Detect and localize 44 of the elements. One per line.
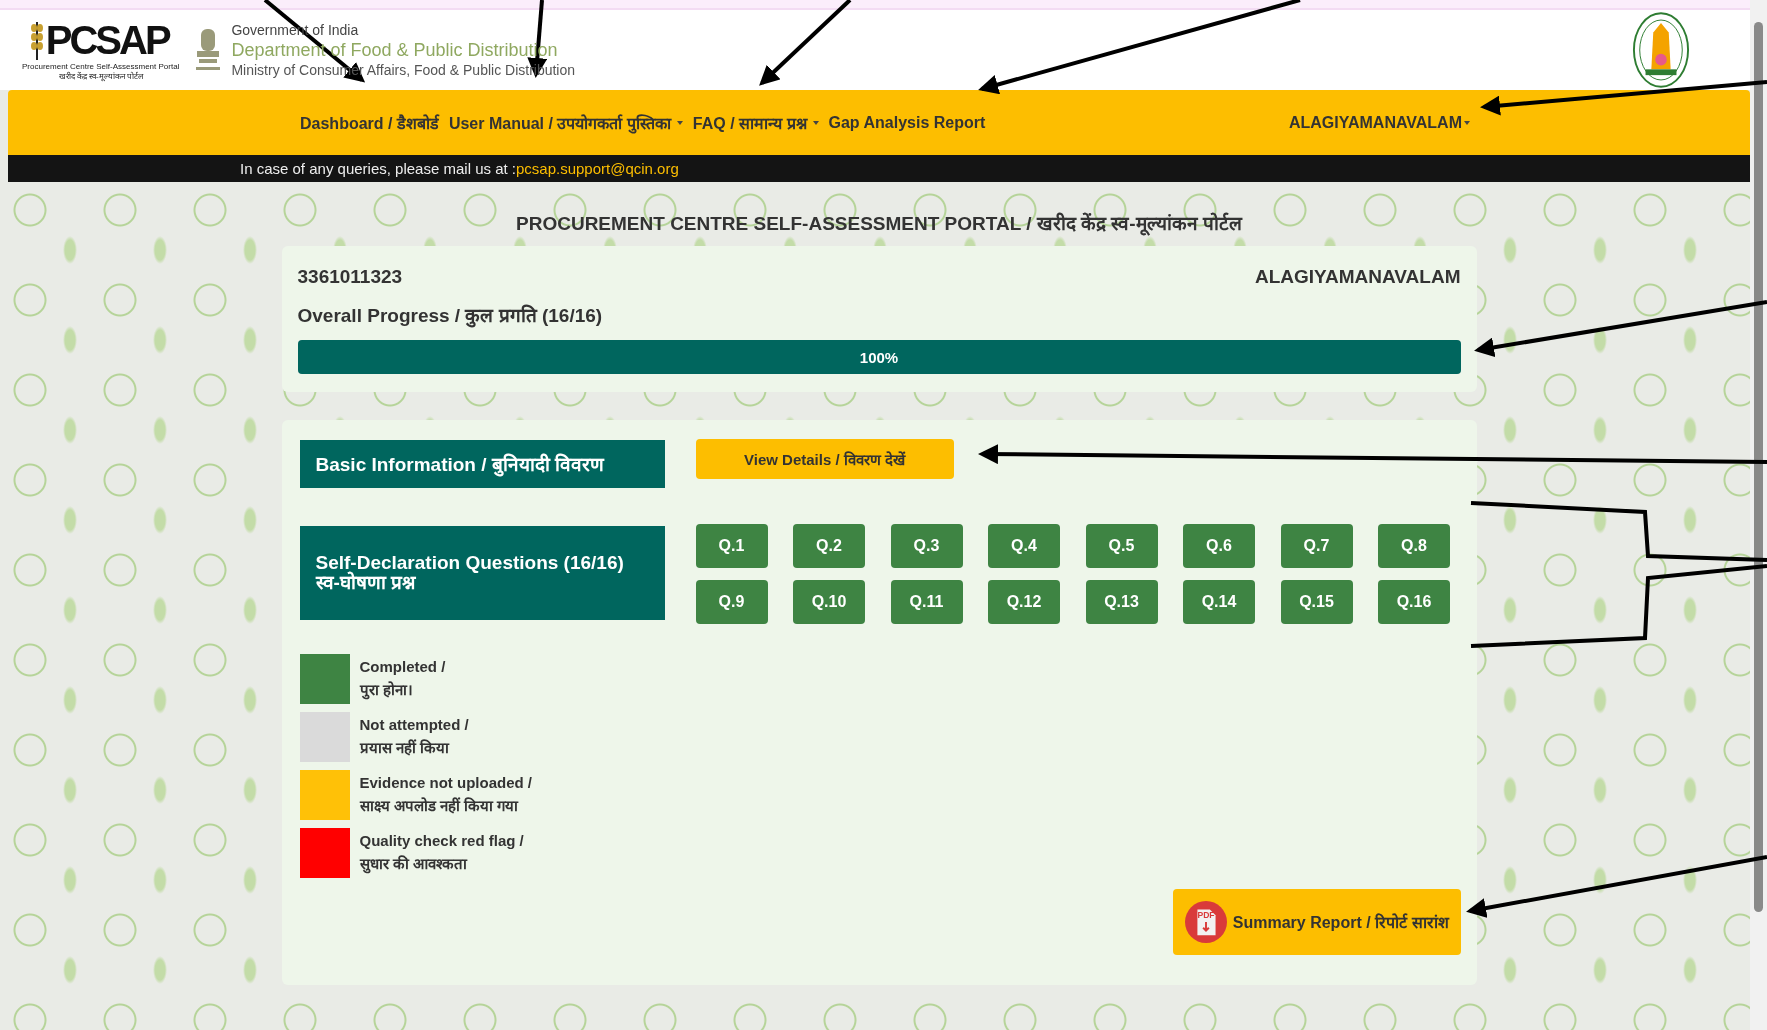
question-button[interactable]: Q.13 <box>1085 580 1158 624</box>
section-header: Basic Information / बुनियादी विवरण <box>299 440 665 488</box>
nav-link[interactable]: Gap Analysis Report <box>828 111 986 134</box>
question-button[interactable]: Q.2 <box>793 524 865 568</box>
section-header: Self-Declaration Questions (16/16) स्व-घोषणा प्रश्न <box>299 526 665 620</box>
centre-code: 3361011323 <box>297 266 403 288</box>
summary-report-button[interactable]: PDF Summary Report / रिपोर्ट सारांश <box>1172 889 1461 955</box>
centre-name: ALAGIYAMANAVALAM <box>1255 266 1461 288</box>
question-button[interactable]: Q.15 <box>1280 580 1353 624</box>
question-button[interactable]: Q.11 <box>890 580 963 624</box>
question-button[interactable]: Q.3 <box>890 524 963 568</box>
legend-label: Not attempted / <box>359 715 469 735</box>
legend-label: Quality check red flag / <box>359 831 524 851</box>
legend-label: प्रयास नहीं किया <box>359 738 451 758</box>
notice-text: In case of any queries, please mail us at : <box>240 160 516 177</box>
email-link[interactable]: pcsap.support@qcin.org <box>516 160 679 177</box>
question-button[interactable]: Q.14 <box>1183 580 1255 624</box>
question-button[interactable]: Q.7 <box>1280 524 1353 568</box>
question-button[interactable]: Q.1 <box>695 524 768 568</box>
nav-link[interactable]: Dashboard / डैशबोर्ड <box>300 111 439 134</box>
legend-label: Completed / <box>359 657 446 677</box>
legend-label: साक्ष्य अपलोड नहीं किया गया <box>359 796 520 816</box>
pcsap-logo: PCSAP Procurement Centre Self-Assessment Portal खरीद केंद्र स्व-मूल्यांकन पोर्टल <box>22 18 180 82</box>
question-button[interactable]: Q.12 <box>988 580 1060 624</box>
question-button[interactable]: Q.16 <box>1378 580 1450 624</box>
scrollbar[interactable] <box>1750 0 1767 1030</box>
legend-label: सुधार की आवश्कता <box>359 854 469 875</box>
question-button[interactable]: Q.9 <box>695 580 768 624</box>
view-details-button[interactable]: View Details / विवरण देखें <box>695 439 954 479</box>
progress-reading: 100% <box>859 348 899 366</box>
legend-label: Evidence not uploaded / <box>359 773 533 793</box>
question-button[interactable]: Q.6 <box>1183 524 1255 568</box>
legend-label: पुरा होना। <box>359 680 414 701</box>
nav-dropdown[interactable]: FAQ / सामान्य प्रश्न <box>692 111 819 134</box>
nav-dropdown[interactable]: User Manual / उपयोगकर्ता पुस्तिका <box>448 111 683 134</box>
pdf-icon: PDF <box>1184 901 1227 943</box>
progress-label: Overall Progress / कुल प्रगति (16/16) <box>297 303 604 328</box>
question-button[interactable]: Q.8 <box>1378 524 1450 568</box>
user-menu[interactable]: ALAGIYAMANAVALAM <box>1288 113 1470 132</box>
question-button[interactable]: Q.10 <box>793 580 865 624</box>
question-button[interactable]: Q.4 <box>988 524 1060 568</box>
question-button[interactable]: Q.5 <box>1085 524 1158 568</box>
page-title: PROCUREMENT CENTRE SELF-ASSESSMENT PORTAL / खरीद केंद्र स्व-मूल्यांकन पोर्टल <box>516 211 1242 236</box>
wheat-icon <box>29 20 44 60</box>
